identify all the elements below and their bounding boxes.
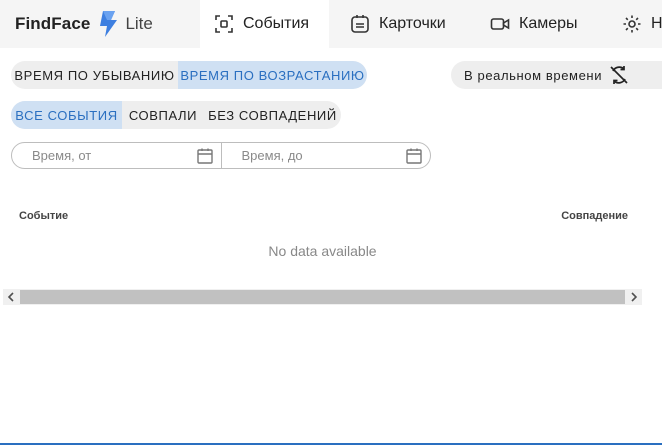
match-filter-group: Все события Совпали Без совпадений bbox=[11, 101, 341, 129]
events-icon bbox=[214, 14, 234, 34]
scroll-left-arrow-icon[interactable] bbox=[3, 289, 19, 305]
date-from-wrapper bbox=[12, 143, 221, 168]
calendar-icon[interactable] bbox=[405, 147, 423, 165]
horizontal-scrollbar[interactable] bbox=[3, 289, 642, 305]
sync-off-icon bbox=[609, 65, 629, 85]
cards-icon bbox=[350, 14, 370, 34]
column-header-event[interactable]: Событие bbox=[19, 210, 68, 222]
scroll-right-arrow-icon[interactable] bbox=[626, 289, 642, 305]
tab-settings-label: Н bbox=[651, 15, 662, 32]
sort-toggle-group: Время по убыванию Время по возрастанию bbox=[11, 61, 367, 89]
realtime-label: В реальном времени bbox=[464, 67, 603, 83]
tab-cameras[interactable]: Камеры bbox=[490, 0, 578, 48]
camera-icon bbox=[490, 14, 510, 34]
sort-asc-button[interactable]: Время по возрастанию bbox=[178, 61, 367, 89]
top-nav: FindFace Lite События Карточки Камеры Н bbox=[0, 0, 662, 48]
filter-unmatched-button[interactable]: Без совпадений bbox=[204, 101, 341, 129]
tab-settings[interactable]: Н bbox=[622, 0, 662, 48]
column-header-match[interactable]: Совпадение bbox=[561, 210, 628, 222]
events-table-header: Событие Совпадение bbox=[0, 205, 662, 227]
tab-cards[interactable]: Карточки bbox=[350, 0, 446, 48]
tab-events[interactable]: События bbox=[200, 0, 329, 48]
sort-desc-button[interactable]: Время по убыванию bbox=[11, 61, 178, 89]
date-to-wrapper bbox=[220, 143, 430, 168]
logo-mark-icon bbox=[100, 11, 118, 37]
tab-cards-label: Карточки bbox=[379, 15, 446, 32]
scrollbar-thumb[interactable] bbox=[20, 290, 625, 304]
gear-icon bbox=[622, 14, 642, 34]
filter-all-button[interactable]: Все события bbox=[11, 101, 122, 129]
tab-cameras-label: Камеры bbox=[519, 15, 578, 32]
tab-events-label: События bbox=[243, 15, 310, 32]
calendar-icon[interactable] bbox=[196, 147, 214, 165]
date-from-input[interactable] bbox=[12, 143, 221, 168]
empty-table-message: No data available bbox=[268, 243, 377, 259]
logo-suffix: Lite bbox=[125, 14, 153, 33]
logo-name: FindFace bbox=[15, 14, 91, 33]
filter-matched-button[interactable]: Совпали bbox=[122, 101, 204, 129]
app-logo[interactable]: FindFace Lite bbox=[15, 8, 153, 40]
date-range bbox=[11, 142, 431, 169]
realtime-button[interactable]: В реальном времени bbox=[451, 61, 662, 89]
date-to-input[interactable] bbox=[221, 143, 430, 168]
